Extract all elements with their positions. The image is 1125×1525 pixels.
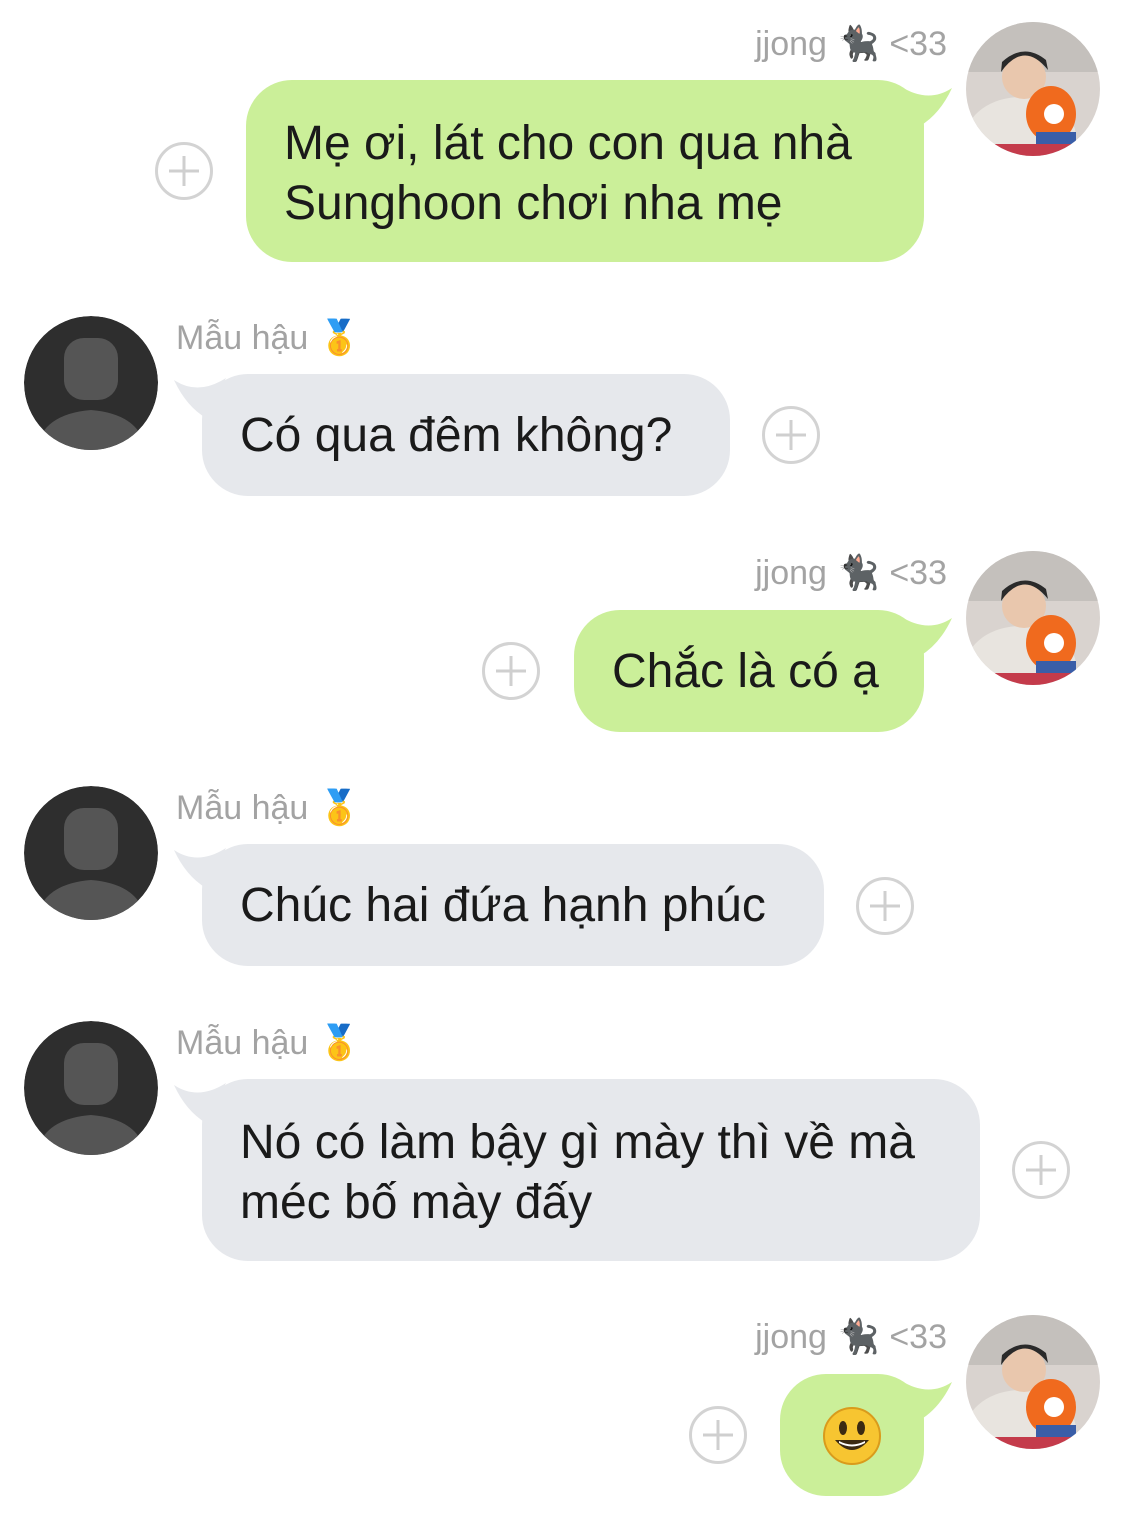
sender-name-text: Mẫu hậu [176,319,309,357]
sender-name: Mẫu hậu 🥇 [176,1023,361,1063]
medal-icon: 🥇 [318,788,361,828]
sender-name-text: jjong [755,1318,827,1356]
message-bubble[interactable]: Có qua đêm không? [202,374,730,496]
add-reaction-button[interactable] [482,642,540,700]
medal-icon: 🥇 [318,318,361,358]
message-bubble[interactable]: Chắc là có ạ [574,610,924,732]
sender-name: Mẫu hậu 🥇 [176,788,361,828]
cat-icon: 🐈‍⬛ [836,24,880,64]
message-bubble[interactable]: Nó có làm bậy gì mày thì về mà méc bố mà… [202,1079,980,1261]
cat-icon: 🐈‍⬛ [836,1317,880,1357]
add-reaction-button[interactable] [762,406,820,464]
user-photo-avatar[interactable] [966,22,1100,156]
sender-name: jjong 🐈‍⬛ <33 [755,1317,947,1357]
sender-name-text: jjong [755,554,827,592]
default-person-avatar[interactable] [24,1021,158,1155]
sender-suffix: <33 [889,554,947,592]
bubble-tail [900,1380,952,1420]
sender-suffix: <33 [889,25,947,63]
smiley-emoji-icon [823,1407,881,1465]
add-reaction-button[interactable] [689,1406,747,1464]
sender-name-text: Mẫu hậu [176,789,309,827]
medal-icon: 🥇 [318,1023,361,1063]
sender-name: jjong 🐈‍⬛ <33 [755,553,947,593]
add-reaction-button[interactable] [155,142,213,200]
cat-icon: 🐈‍⬛ [836,553,880,593]
sender-name: Mẫu hậu 🥇 [176,318,361,358]
sender-name-text: jjong [755,25,827,63]
user-photo-avatar[interactable] [966,551,1100,685]
sender-name: jjong 🐈‍⬛ <33 [755,24,947,64]
add-reaction-button[interactable] [856,877,914,935]
user-photo-avatar[interactable] [966,1315,1100,1449]
bubble-tail [900,86,952,126]
message-bubble[interactable]: Mẹ ơi, lát cho con qua nhà Sunghoon chơi… [246,80,924,262]
sender-suffix: <33 [889,1318,947,1356]
message-bubble[interactable]: Chúc hai đứa hạnh phúc [202,844,824,966]
sender-name-text: Mẫu hậu [176,1024,309,1062]
add-reaction-button[interactable] [1012,1141,1070,1199]
default-person-avatar[interactable] [24,316,158,450]
bubble-tail [900,616,952,656]
default-person-avatar[interactable] [24,786,158,920]
